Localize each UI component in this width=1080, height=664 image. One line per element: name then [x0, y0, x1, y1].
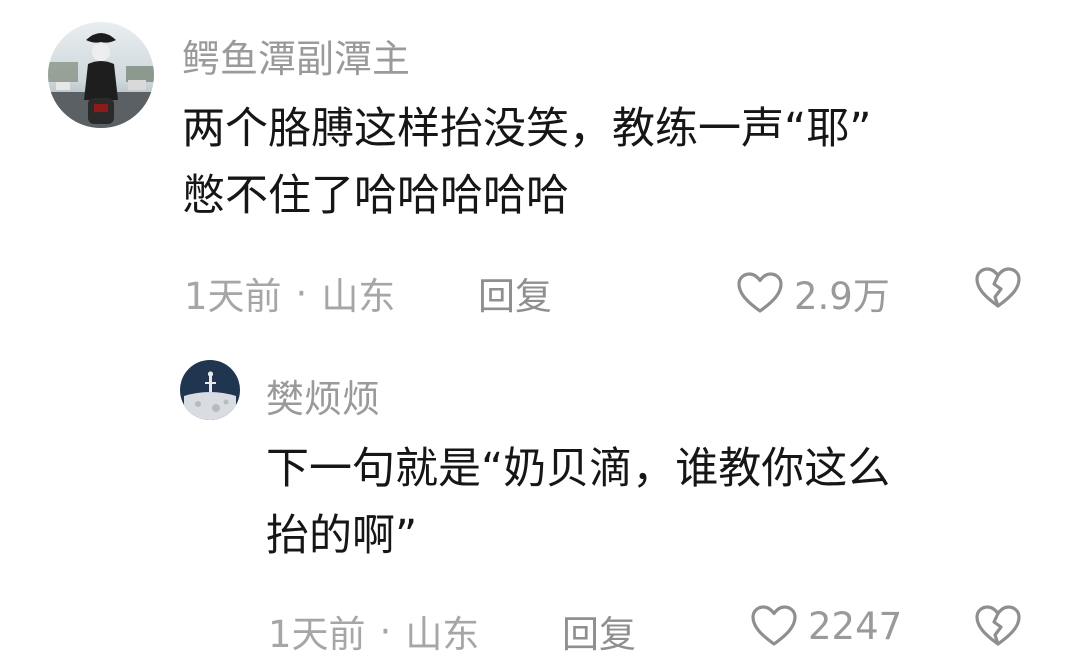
comment-item: 鳄鱼潭副潭主 两个胳膊这样抬没笑，教练一声“耶” 憋不住了哈哈哈哈哈 1天前 ·…	[0, 0, 1080, 340]
heart-outline-icon	[750, 604, 798, 648]
like-count: 2247	[808, 604, 903, 648]
heart-outline-icon	[736, 271, 784, 315]
comment-text-line: 两个胳膊这样抬没笑，教练一声“耶”	[182, 104, 872, 154]
comment-text-line: 憋不住了哈哈哈哈哈	[182, 170, 569, 221]
comment-text[interactable]: 下一句就是“奶贝滴，谁教你这么 抬的啊”	[266, 436, 890, 569]
reply-comment-item: 樊烦烦 下一句就是“奶贝滴，谁教你这么 抬的啊” 1天前 · 山东 回复 224…	[0, 340, 1080, 664]
reply-button[interactable]: 回复	[562, 604, 636, 658]
like-button[interactable]: 2.9万	[736, 266, 890, 320]
dislike-button[interactable]	[974, 604, 1022, 648]
location: 山东	[321, 275, 396, 318]
comment-meta: 1天前 · 山东	[268, 604, 479, 658]
like-button[interactable]: 2247	[750, 604, 902, 648]
broken-heart-icon	[974, 604, 1022, 648]
reply-button[interactable]: 回复	[478, 266, 552, 320]
timestamp: 1天前	[268, 613, 366, 656]
meta-separator: ·	[295, 271, 308, 315]
avatar-image	[48, 22, 154, 128]
avatar[interactable]	[180, 360, 240, 420]
timestamp: 1天前	[184, 275, 282, 318]
meta-separator: ·	[379, 609, 392, 653]
avatar-image	[180, 360, 240, 420]
username[interactable]: 樊烦烦	[266, 368, 380, 423]
avatar[interactable]	[48, 22, 154, 128]
comment-text[interactable]: 两个胳膊这样抬没笑，教练一声“耶” 憋不住了哈哈哈哈哈	[182, 96, 872, 229]
broken-heart-icon	[974, 266, 1022, 310]
comment-text-line: 下一句就是“奶贝滴，谁教你这么	[266, 444, 891, 494]
comment-meta: 1天前 · 山东	[184, 266, 395, 320]
location: 山东	[405, 613, 480, 656]
username[interactable]: 鳄鱼潭副潭主	[182, 28, 410, 83]
like-count: 2.9万	[794, 275, 890, 318]
comment-text-line: 抬的啊”	[266, 510, 418, 561]
dislike-button[interactable]	[974, 266, 1022, 310]
